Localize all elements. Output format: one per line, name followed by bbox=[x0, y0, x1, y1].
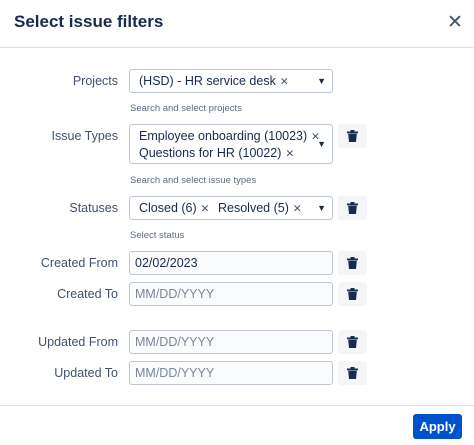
dialog-header: Select issue filters ✕ bbox=[0, 0, 474, 48]
issue-types-label: Issue Types bbox=[51, 129, 118, 143]
trash-icon bbox=[347, 202, 358, 214]
projects-select[interactable]: (HSD) - HR service desk ✕ ▼ bbox=[129, 69, 333, 93]
apply-button[interactable]: Apply bbox=[413, 414, 462, 439]
project-chip: (HSD) - HR service desk ✕ bbox=[139, 74, 289, 88]
chevron-down-icon[interactable]: ▼ bbox=[317, 76, 326, 86]
status-chip: Resolved (5) ✕ bbox=[218, 201, 302, 215]
created-from-input[interactable] bbox=[129, 251, 333, 275]
delete-updated-from-button[interactable] bbox=[338, 330, 367, 354]
remove-chip-icon[interactable]: ✕ bbox=[201, 203, 210, 215]
issue-type-chip: Employee onboarding (10023) ✕ bbox=[139, 129, 320, 143]
trash-icon bbox=[347, 257, 358, 269]
project-chip-label: (HSD) - HR service desk bbox=[139, 74, 276, 88]
delete-created-from-button[interactable] bbox=[338, 251, 367, 275]
delete-created-to-button[interactable] bbox=[338, 282, 367, 306]
dialog-title: Select issue filters bbox=[14, 12, 164, 31]
projects-label: Projects bbox=[72, 74, 118, 88]
created-to-label: Created To bbox=[57, 287, 118, 301]
remove-chip-icon[interactable]: ✕ bbox=[293, 203, 302, 215]
statuses-label: Statuses bbox=[69, 201, 118, 215]
updated-from-input[interactable] bbox=[129, 330, 333, 354]
remove-chip-icon[interactable]: ✕ bbox=[280, 76, 289, 88]
chevron-down-icon[interactable]: ▼ bbox=[317, 203, 326, 213]
delete-statuses-button[interactable] bbox=[338, 196, 367, 220]
issue-type-chip-label: Employee onboarding (10023) bbox=[139, 129, 308, 143]
status-chip: Closed (6) ✕ bbox=[139, 201, 209, 215]
delete-updated-to-button[interactable] bbox=[338, 361, 367, 385]
trash-icon bbox=[347, 367, 358, 379]
chevron-down-icon[interactable]: ▼ bbox=[317, 139, 326, 149]
created-from-label: Created From bbox=[40, 256, 118, 270]
trash-icon bbox=[347, 288, 358, 300]
delete-issue-types-button[interactable] bbox=[338, 124, 367, 148]
trash-icon bbox=[347, 130, 358, 142]
statuses-helper: Select status bbox=[130, 230, 185, 241]
projects-helper: Search and select projects bbox=[130, 103, 242, 114]
created-to-input[interactable] bbox=[129, 282, 333, 306]
updated-to-label: Updated To bbox=[54, 366, 118, 380]
close-icon[interactable]: ✕ bbox=[444, 12, 466, 34]
issue-types-helper: Search and select issue types bbox=[130, 175, 257, 186]
updated-from-label: Updated From bbox=[38, 335, 118, 349]
issue-type-chip-label: Questions for HR (10022) bbox=[139, 146, 282, 160]
dialog-footer-divider bbox=[0, 405, 474, 406]
issue-type-chip: Questions for HR (10022) ✕ bbox=[139, 146, 294, 160]
issue-types-select[interactable]: Employee onboarding (10023) ✕ Questions f… bbox=[129, 124, 333, 164]
status-chip-label: Resolved (5) bbox=[218, 201, 289, 215]
remove-chip-icon[interactable]: ✕ bbox=[285, 148, 294, 160]
status-chip-label: Closed (6) bbox=[139, 201, 197, 215]
updated-to-input[interactable] bbox=[129, 361, 333, 385]
trash-icon bbox=[347, 336, 358, 348]
statuses-select[interactable]: Closed (6) ✕ Resolved (5) ✕ ▼ bbox=[129, 196, 333, 220]
